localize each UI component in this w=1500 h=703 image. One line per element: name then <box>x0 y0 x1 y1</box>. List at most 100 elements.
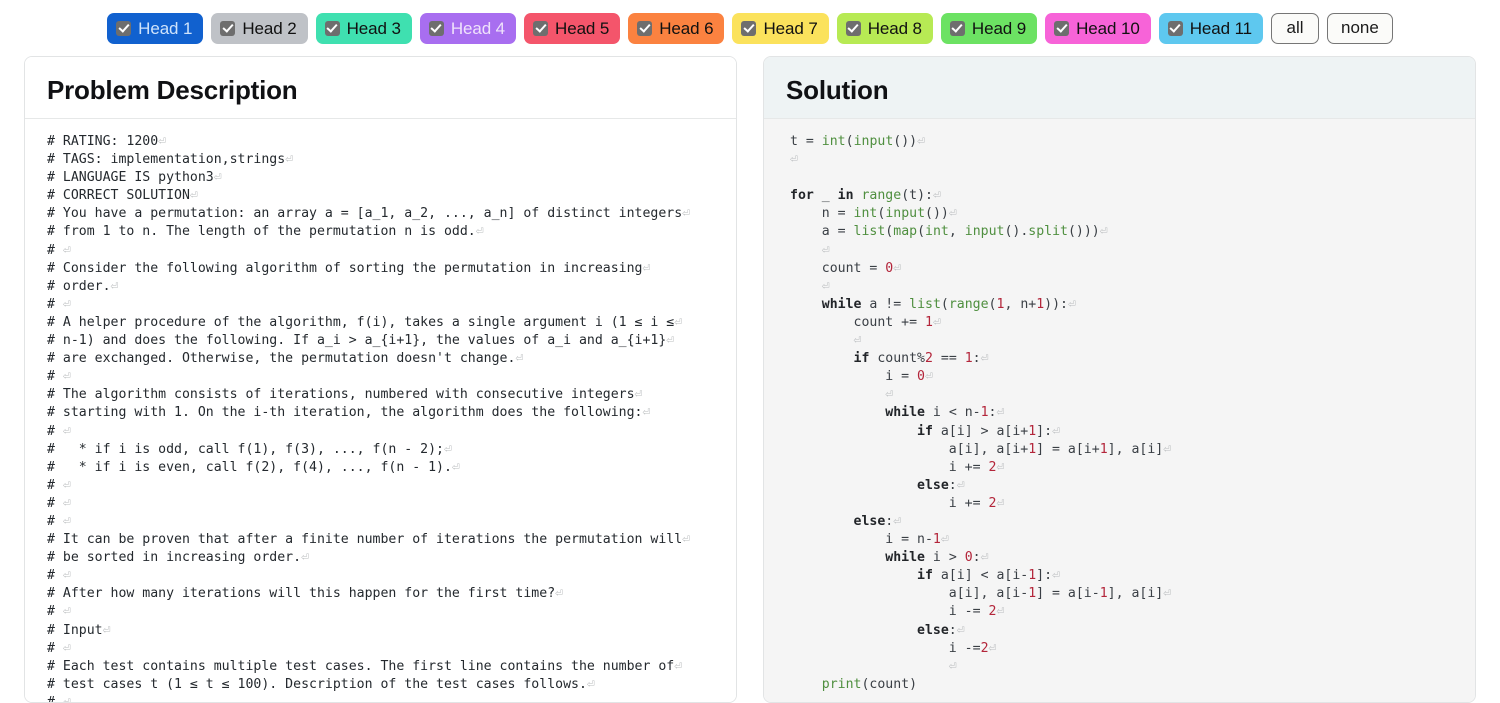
carriage-return-icon: ⏎ <box>885 387 894 403</box>
code-token: else <box>790 513 886 529</box>
code-line: # ⏎ <box>47 296 71 312</box>
carriage-return-icon: ⏎ <box>1052 423 1061 439</box>
carriage-return-icon: ⏎ <box>62 423 71 439</box>
check-icon <box>845 20 861 36</box>
carriage-return-icon: ⏎ <box>642 405 651 421</box>
solution-title: Solution <box>786 75 889 105</box>
code-line: # ⏎ <box>47 477 71 493</box>
carriage-return-icon: ⏎ <box>682 206 691 222</box>
code-token: 1 <box>1028 423 1037 439</box>
select-none-button[interactable]: none <box>1327 12 1393 44</box>
code-line: # ⏎ <box>47 513 71 529</box>
code-line: # from 1 to n. The length of the permuta… <box>47 224 484 240</box>
head-toggle-label: Head 2 <box>242 18 297 38</box>
code-token: % <box>917 351 925 367</box>
code-token: i <box>790 604 965 620</box>
code-token: (t): <box>901 188 933 204</box>
head-toggle-11[interactable]: Head 11 <box>1158 12 1264 44</box>
check-icon <box>116 20 132 36</box>
carriage-return-icon: ⏎ <box>893 260 902 276</box>
code-line: # * if i is even, call f(2), f(4), ..., … <box>47 459 460 475</box>
code-line: # ⏎ <box>47 495 71 511</box>
code-token: int <box>925 224 949 240</box>
code-line: print(count) <box>790 676 1457 694</box>
check-icon <box>428 20 444 36</box>
code-line: # Each test contains multiple test cases… <box>47 658 683 674</box>
carriage-return-icon: ⏎ <box>443 441 452 457</box>
solution-panel-header: Solution <box>764 57 1475 119</box>
code-line: ⏎ <box>790 151 1457 169</box>
carriage-return-icon: ⏎ <box>62 477 71 493</box>
carriage-return-icon: ⏎ <box>948 206 957 222</box>
carriage-return-icon: ⏎ <box>62 296 71 312</box>
code-line: i = 0⏎ <box>790 368 1457 386</box>
code-token: : <box>972 351 981 367</box>
code-token: n <box>790 206 838 222</box>
code-line: a[i], a[i+1] = a[i+1], a[i]⏎ <box>790 441 1457 459</box>
code-token: ( <box>988 296 997 312</box>
check-icon <box>741 20 757 36</box>
head-toggle-5[interactable]: Head 5 <box>524 12 621 44</box>
carriage-return-icon: ⏎ <box>853 333 862 349</box>
select-all-button[interactable]: all <box>1271 12 1320 44</box>
carriage-return-icon: ⏎ <box>642 260 651 276</box>
code-token: 0 <box>917 369 925 385</box>
head-toggle-3[interactable]: Head 3 <box>315 12 412 44</box>
code-token: [i], a[i- <box>956 586 1029 602</box>
code-token: a <box>790 586 957 602</box>
carriage-return-icon: ⏎ <box>1163 441 1172 457</box>
code-token: ], a[i] <box>1107 586 1164 602</box>
code-line: i -= 2⏎ <box>790 603 1457 621</box>
code-token: = <box>837 224 854 240</box>
code-token: ]: <box>1036 568 1053 584</box>
head-toggle-9[interactable]: Head 9 <box>940 12 1038 44</box>
code-token: split <box>1028 224 1068 240</box>
carriage-return-icon: ⏎ <box>301 550 310 566</box>
page-title: Problem Description <box>47 75 298 105</box>
code-token: if <box>790 351 878 367</box>
code-line: # ⏎ <box>47 242 71 258</box>
code-line: else:⏎ <box>790 513 1457 531</box>
head-toggle-4[interactable]: Head 4 <box>419 12 517 44</box>
code-token: list <box>853 224 886 240</box>
code-token: 0 <box>964 550 973 566</box>
carriage-return-icon: ⏎ <box>285 152 294 168</box>
carriage-return-icon: ⏎ <box>1099 224 1108 240</box>
code-line: # After how many iterations will this ha… <box>47 586 564 602</box>
carriage-return-icon: ⏎ <box>213 170 222 186</box>
head-toggle-7[interactable]: Head 7 <box>732 12 829 44</box>
code-token: a <box>940 423 949 439</box>
code-token: ())) <box>1067 224 1100 240</box>
code-line: # n-1) and does the following. If a_i > … <box>47 333 675 349</box>
code-token: ], a[i] <box>1107 441 1164 457</box>
code-line: # starting with 1. On the i-th iteration… <box>47 405 651 421</box>
code-token: != <box>885 296 910 312</box>
code-line: # ⏎ <box>47 423 71 439</box>
carriage-return-icon: ⏎ <box>63 695 71 702</box>
check-icon <box>637 20 653 36</box>
problem-description-text: # RATING: 1200⏎ # TAGS: implementation,st… <box>25 119 736 702</box>
code-token: for <box>790 188 822 204</box>
head-toggle-label: Head 8 <box>867 18 922 38</box>
carriage-return-icon: ⏎ <box>189 188 198 204</box>
code-token: = n- <box>901 532 933 548</box>
head-toggle-1[interactable]: Head 1 <box>107 12 204 44</box>
head-toggle-label: Head 1 <box>138 18 193 38</box>
code-token: (). <box>1004 224 1029 240</box>
code-token: i <box>932 550 949 566</box>
code-line: # are exchanged. Otherwise, the permutat… <box>47 351 524 367</box>
head-toggle-2[interactable]: Head 2 <box>211 12 308 44</box>
carriage-return-icon: ⏎ <box>1068 296 1076 312</box>
code-token: print <box>790 676 862 692</box>
code-line: while i > 0:⏎ <box>790 549 1457 567</box>
code-line: i = n-1⏎ <box>790 531 1457 549</box>
head-toggle-10[interactable]: Head 10 <box>1045 12 1151 44</box>
code-line: if a[i] > a[i+1]:⏎ <box>790 423 1457 441</box>
check-icon <box>949 20 965 36</box>
head-toggle-8[interactable]: Head 8 <box>836 12 933 44</box>
head-toggle-label: Head 10 <box>1076 18 1140 38</box>
head-toggle-6[interactable]: Head 6 <box>628 12 725 44</box>
code-line: # * if i is odd, call f(1), f(3), ..., f… <box>47 441 452 457</box>
carriage-return-icon: ⏎ <box>586 676 595 692</box>
